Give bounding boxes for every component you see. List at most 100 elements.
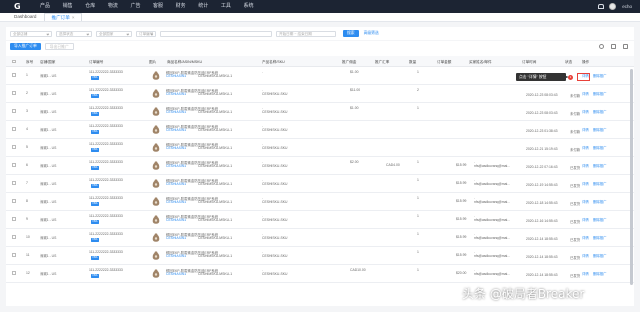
row-asin[interactable]: CESHIASIN1 (166, 218, 186, 222)
username[interactable]: echo (622, 4, 632, 9)
nav-item-warehouse[interactable]: 仓库 (85, 0, 95, 13)
app-logo[interactable]: G (8, 2, 26, 12)
nav-item-tools[interactable]: 工具 (221, 0, 231, 13)
delete-promo-link[interactable]: 删除推广 (593, 235, 607, 240)
nav-item-logistics[interactable]: 物流 (108, 0, 118, 13)
nav-item-finance[interactable]: 财务 (176, 0, 186, 13)
product-image[interactable] (152, 124, 160, 134)
detail-link[interactable]: 详情 (582, 253, 589, 258)
delete-promo-link[interactable]: 删除推广 (593, 253, 607, 258)
table-row: 6 深城1 - US 111-2222222-3333333 鲜回EKP-防霉素金防压… (6, 157, 634, 175)
tab-promo-orders[interactable]: 推广订单 × (44, 13, 82, 21)
row-checkbox[interactable] (12, 199, 16, 203)
product-image[interactable] (152, 178, 160, 188)
settings-icon[interactable] (599, 44, 604, 49)
advanced-filter-link[interactable]: 高级筛选 (364, 31, 379, 36)
row-checkbox[interactable] (12, 91, 16, 95)
row-asin[interactable]: CESHIASIN1 (166, 74, 186, 78)
col-rate: 推广汇率 (375, 59, 390, 64)
delete-promo-link[interactable]: 删除推广 (593, 217, 607, 222)
row-asin[interactable]: CESHIASIN1 (166, 146, 186, 150)
product-image[interactable] (152, 142, 160, 152)
close-icon[interactable]: × (72, 15, 75, 20)
product-image[interactable] (152, 268, 160, 278)
row-asin[interactable]: CESHIASIN1 (166, 200, 186, 204)
delete-promo-link[interactable]: 删除推广 (593, 127, 607, 132)
columns-icon[interactable] (611, 44, 616, 49)
detail-link[interactable]: 详情 (582, 127, 589, 132)
row-asin[interactable]: CESHIASIN1 (166, 236, 186, 240)
delete-promo-link[interactable]: 删除推广 (593, 181, 607, 186)
row-checkbox[interactable] (12, 73, 16, 77)
row-product-name: - (262, 213, 264, 218)
status-select[interactable]: 选择状态 (56, 30, 92, 37)
delete-promo-link[interactable]: 删除推广 (593, 145, 607, 150)
row-checkbox[interactable] (12, 253, 16, 257)
row-time: 2020-12-16 14:55:43 (526, 219, 558, 223)
import-orders-button[interactable]: 导入推广订单 (10, 43, 41, 50)
detail-link[interactable]: 详情 (582, 199, 589, 204)
delete-promo-link[interactable]: 删除推广 (593, 91, 607, 96)
detail-link[interactable]: 详情 (582, 145, 589, 150)
row-checkbox[interactable] (12, 145, 16, 149)
nav-item-system[interactable]: 系统 (243, 0, 253, 13)
detail-link[interactable]: 详情 (582, 109, 589, 114)
row-sku: CESHISKU-SKU (262, 182, 288, 186)
avatar[interactable] (609, 3, 617, 10)
row-checkbox[interactable] (12, 127, 16, 131)
product-image[interactable] (152, 160, 160, 170)
col-commission: 推广佣金 (342, 59, 357, 64)
delete-promo-link[interactable]: 删除推广 (593, 199, 607, 204)
nav-item-service[interactable]: 客服 (153, 0, 163, 13)
product-image[interactable] (152, 106, 160, 116)
row-checkbox[interactable] (12, 271, 16, 275)
fba-badge: FBA (91, 220, 99, 224)
detail-link[interactable]: 详情 (582, 217, 589, 222)
delete-promo-link[interactable]: 删除推广 (593, 163, 607, 168)
fullscreen-icon[interactable] (623, 44, 628, 49)
nav-item-sales[interactable]: 销售 (63, 0, 73, 13)
row-asin[interactable]: CESHIASIN1 (166, 92, 186, 96)
nav-item-products[interactable]: 产品 (40, 0, 50, 13)
row-checkbox[interactable] (12, 163, 16, 167)
row-checkbox[interactable] (12, 109, 16, 113)
delete-promo-link[interactable]: 删除推广 (593, 271, 607, 276)
nav-item-ads[interactable]: 广告 (130, 0, 140, 13)
row-asin[interactable]: CESHIASIN1 (166, 110, 186, 114)
row-asin[interactable]: CESHIASIN1 (166, 254, 186, 258)
row-asin[interactable]: CESHIASIN1 (166, 272, 186, 276)
product-image[interactable] (152, 88, 160, 98)
row-order-id: 111-2222222-3333333 (89, 231, 123, 236)
row-checkbox[interactable] (12, 235, 16, 239)
row-order-id: 111-2222222-3333333 (89, 69, 123, 74)
detail-link[interactable]: 详情 (582, 91, 589, 96)
bell-icon[interactable] (597, 4, 605, 10)
row-checkbox[interactable] (12, 181, 16, 185)
export-button[interactable]: 导出已推广 (44, 43, 74, 50)
delete-promo-link[interactable]: 删除推广 (593, 109, 607, 114)
row-asin[interactable]: CESHIASIN1 (166, 128, 186, 132)
field-select[interactable]: 订单编号 (136, 30, 156, 37)
row-checkbox[interactable] (12, 217, 16, 221)
delete-promo-link[interactable]: 删除推广 (593, 73, 607, 78)
detail-link[interactable]: 详情 (582, 163, 589, 168)
store-select[interactable]: 全部店铺 (10, 30, 52, 37)
product-image[interactable] (152, 250, 160, 260)
product-image[interactable] (152, 232, 160, 242)
date-range-input[interactable]: 开始日期 ~ 结束日期 (276, 30, 336, 37)
scrollbar[interactable] (630, 69, 633, 285)
product-image[interactable] (152, 70, 160, 80)
tab-dashboard[interactable]: Dashboard (8, 13, 42, 21)
country-select[interactable]: 全部国家 (96, 30, 132, 37)
detail-link[interactable]: 详情 (582, 271, 589, 276)
keyword-input[interactable] (160, 30, 272, 37)
detail-link[interactable]: 详情 (582, 235, 589, 240)
select-all-checkbox[interactable] (12, 59, 16, 63)
nav-item-stats[interactable]: 统计 (198, 0, 208, 13)
row-asin[interactable]: CESHIASIN1 (166, 182, 186, 186)
detail-link[interactable]: 详情 (582, 181, 589, 186)
row-asin[interactable]: CESHIASIN1 (166, 164, 186, 168)
product-image[interactable] (152, 196, 160, 206)
search-button[interactable]: 搜索 (343, 30, 359, 37)
product-image[interactable] (152, 214, 160, 224)
